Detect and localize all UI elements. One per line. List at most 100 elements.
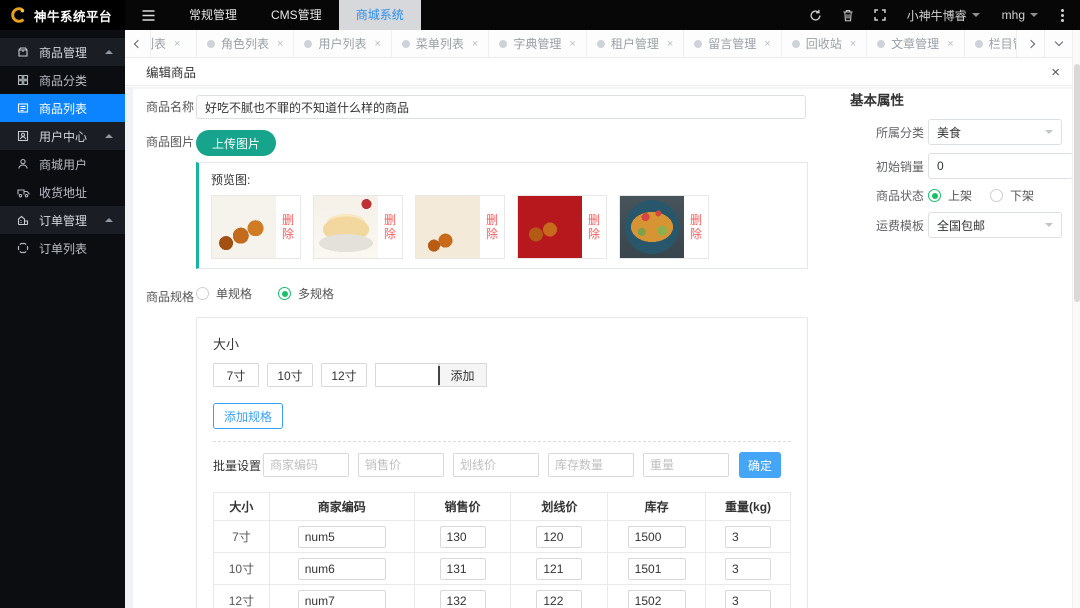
freight-row: 运费模板 全国包邮 bbox=[876, 212, 1062, 238]
upload-image-button[interactable]: 上传图片 bbox=[196, 130, 276, 156]
delete-image-button[interactable]: 删除 bbox=[582, 196, 606, 258]
scrollbar-thumb[interactable] bbox=[1074, 64, 1080, 302]
delete-image-button[interactable]: 删除 bbox=[276, 196, 300, 258]
tab-label: 角色列表 bbox=[221, 35, 269, 52]
spec-cell-input[interactable] bbox=[440, 590, 486, 608]
spec-cell-input[interactable] bbox=[628, 526, 686, 548]
tab-留言管理[interactable]: 留言管理× bbox=[684, 30, 781, 57]
user-dropdown[interactable]: 小神牛博睿 bbox=[896, 0, 991, 30]
sidebar-item-订单列表[interactable]: 订单列表 bbox=[0, 234, 125, 262]
app-window: 神牛系统平台 常规管理 CMS管理 商城系统 小神牛博睿 m bbox=[0, 0, 1080, 608]
radio-option-单规格[interactable]: 单规格 bbox=[196, 285, 252, 302]
batch-confirm-button[interactable]: 确定 bbox=[739, 452, 781, 478]
clear-cache-button[interactable] bbox=[832, 0, 864, 30]
batch-input-商家编码[interactable] bbox=[263, 453, 349, 477]
tabs-menu-button[interactable] bbox=[1044, 30, 1072, 57]
tab-租户管理[interactable]: 租户管理× bbox=[587, 30, 684, 57]
spec-col-header: 库存 bbox=[608, 493, 706, 521]
collapse-menu-button[interactable] bbox=[125, 0, 172, 30]
tab-close-icon[interactable]: × bbox=[569, 38, 575, 50]
spec-cell-input[interactable] bbox=[536, 526, 582, 548]
fullscreen-button[interactable] bbox=[864, 0, 896, 30]
delete-image-button[interactable]: 删除 bbox=[378, 196, 402, 258]
spec-cell-input[interactable] bbox=[536, 590, 582, 608]
radio-option-上架[interactable]: 上架 bbox=[928, 187, 972, 204]
radio-label: 单规格 bbox=[216, 285, 252, 302]
tab-status-dot-icon bbox=[694, 40, 702, 48]
delete-image-button[interactable]: 删除 bbox=[480, 196, 504, 258]
add-spec-button[interactable]: 添加规格 bbox=[213, 403, 283, 429]
batch-input-重量[interactable] bbox=[643, 453, 729, 477]
tenant-dropdown[interactable]: mhg bbox=[991, 0, 1049, 30]
tab-close-icon[interactable]: × bbox=[277, 38, 283, 50]
sidebar-item-商品分类[interactable]: 商品分类 bbox=[0, 66, 125, 94]
tab-close-icon[interactable]: × bbox=[374, 38, 380, 50]
tab-回收站[interactable]: 回收站× bbox=[782, 30, 867, 57]
sidebar-group-0[interactable]: 商品管理 bbox=[0, 38, 125, 66]
spec-cell-input[interactable] bbox=[298, 558, 386, 580]
menu-item-general[interactable]: 常规管理 bbox=[172, 0, 254, 30]
batch-input-销售价[interactable] bbox=[358, 453, 444, 477]
tab-用户列表[interactable]: 用户列表× bbox=[294, 30, 391, 57]
new-size-input[interactable] bbox=[375, 363, 439, 387]
tab-列表[interactable]: 列表× bbox=[151, 30, 197, 57]
spec-cell-input[interactable] bbox=[298, 590, 386, 608]
tab-角色列表[interactable]: 角色列表 × bbox=[197, 30, 294, 57]
initial-sales-input[interactable] bbox=[928, 153, 1072, 179]
spec-cell-input[interactable] bbox=[440, 558, 486, 580]
tab-close-icon[interactable]: × bbox=[472, 38, 478, 50]
tab-close-icon[interactable]: × bbox=[947, 38, 953, 50]
radio-option-下架[interactable]: 下架 bbox=[990, 187, 1034, 204]
tab-文章管理[interactable]: 文章管理× bbox=[867, 30, 964, 57]
spec-cell-input[interactable] bbox=[725, 590, 771, 608]
vertical-scrollbar[interactable] bbox=[1072, 30, 1080, 608]
user-name: 小神牛博睿 bbox=[907, 7, 967, 24]
sidebar-item-商城用户[interactable]: 商城用户 bbox=[0, 150, 125, 178]
hamburger-icon bbox=[142, 10, 155, 21]
tab-close-icon[interactable]: × bbox=[764, 38, 770, 50]
radio-option-多规格[interactable]: 多规格 bbox=[278, 285, 334, 302]
sidebar-item-商品列表[interactable]: 商品列表 bbox=[0, 94, 125, 122]
refresh-icon bbox=[809, 9, 822, 22]
category-select[interactable]: 美食 bbox=[928, 119, 1062, 145]
menu-item-mall[interactable]: 商城系统 bbox=[339, 0, 421, 30]
add-size-button[interactable]: 添加 bbox=[439, 363, 487, 387]
sidebar-item-收货地址[interactable]: 收货地址 bbox=[0, 178, 125, 206]
tab-status-dot-icon bbox=[877, 40, 885, 48]
tab-close-icon[interactable]: × bbox=[850, 38, 856, 50]
spec-cell-input[interactable] bbox=[536, 558, 582, 580]
tabs-scroll-right-button[interactable] bbox=[1016, 30, 1044, 57]
spec-cell-input[interactable] bbox=[725, 526, 771, 548]
delete-label: 删除 bbox=[690, 213, 703, 241]
sidebar-group-1[interactable]: 用户中心 bbox=[0, 122, 125, 150]
close-panel-button[interactable]: × bbox=[1051, 58, 1060, 86]
radio-label: 上架 bbox=[948, 187, 972, 204]
spec-cell-input[interactable] bbox=[725, 558, 771, 580]
bread-rolls-red-background-photo bbox=[518, 196, 582, 258]
tab-栏目管理[interactable]: 栏目管理× bbox=[965, 30, 1016, 57]
menu-item-cms[interactable]: CMS管理 bbox=[254, 0, 339, 30]
tab-菜单列表[interactable]: 菜单列表× bbox=[392, 30, 489, 57]
spec-cell-input[interactable] bbox=[628, 558, 686, 580]
spec-cell-input[interactable] bbox=[298, 526, 386, 548]
delete-image-button[interactable]: 删除 bbox=[684, 196, 708, 258]
more-options-icon[interactable] bbox=[1061, 14, 1064, 17]
tab-字典管理[interactable]: 字典管理× bbox=[489, 30, 586, 57]
size-option-10寸[interactable]: 10寸 bbox=[267, 363, 313, 387]
order-list-icon bbox=[17, 242, 30, 255]
tab-close-icon[interactable]: × bbox=[667, 38, 673, 50]
batch-input-库存数量[interactable] bbox=[548, 453, 634, 477]
batch-input-划线价[interactable] bbox=[453, 453, 539, 477]
refresh-button[interactable] bbox=[800, 0, 832, 30]
size-option-7寸[interactable]: 7寸 bbox=[213, 363, 259, 387]
freight-select[interactable]: 全国包邮 bbox=[928, 212, 1062, 238]
spec-cell-input[interactable] bbox=[628, 590, 686, 608]
sidebar-group-2[interactable]: 订单管理 bbox=[0, 206, 125, 234]
product-name-input[interactable] bbox=[196, 95, 806, 119]
product-form: 商品名称 商品图片 上传图片 预览图: 删除删除删除删除删除 商品规格 单规格多… bbox=[146, 95, 808, 608]
tab-close-icon[interactable]: × bbox=[174, 38, 180, 50]
spec-table-row: 10寸 bbox=[214, 553, 791, 585]
size-option-12寸[interactable]: 12寸 bbox=[321, 363, 367, 387]
spec-cell-input[interactable] bbox=[440, 526, 486, 548]
tabs-scroll-left-button[interactable] bbox=[125, 30, 151, 57]
